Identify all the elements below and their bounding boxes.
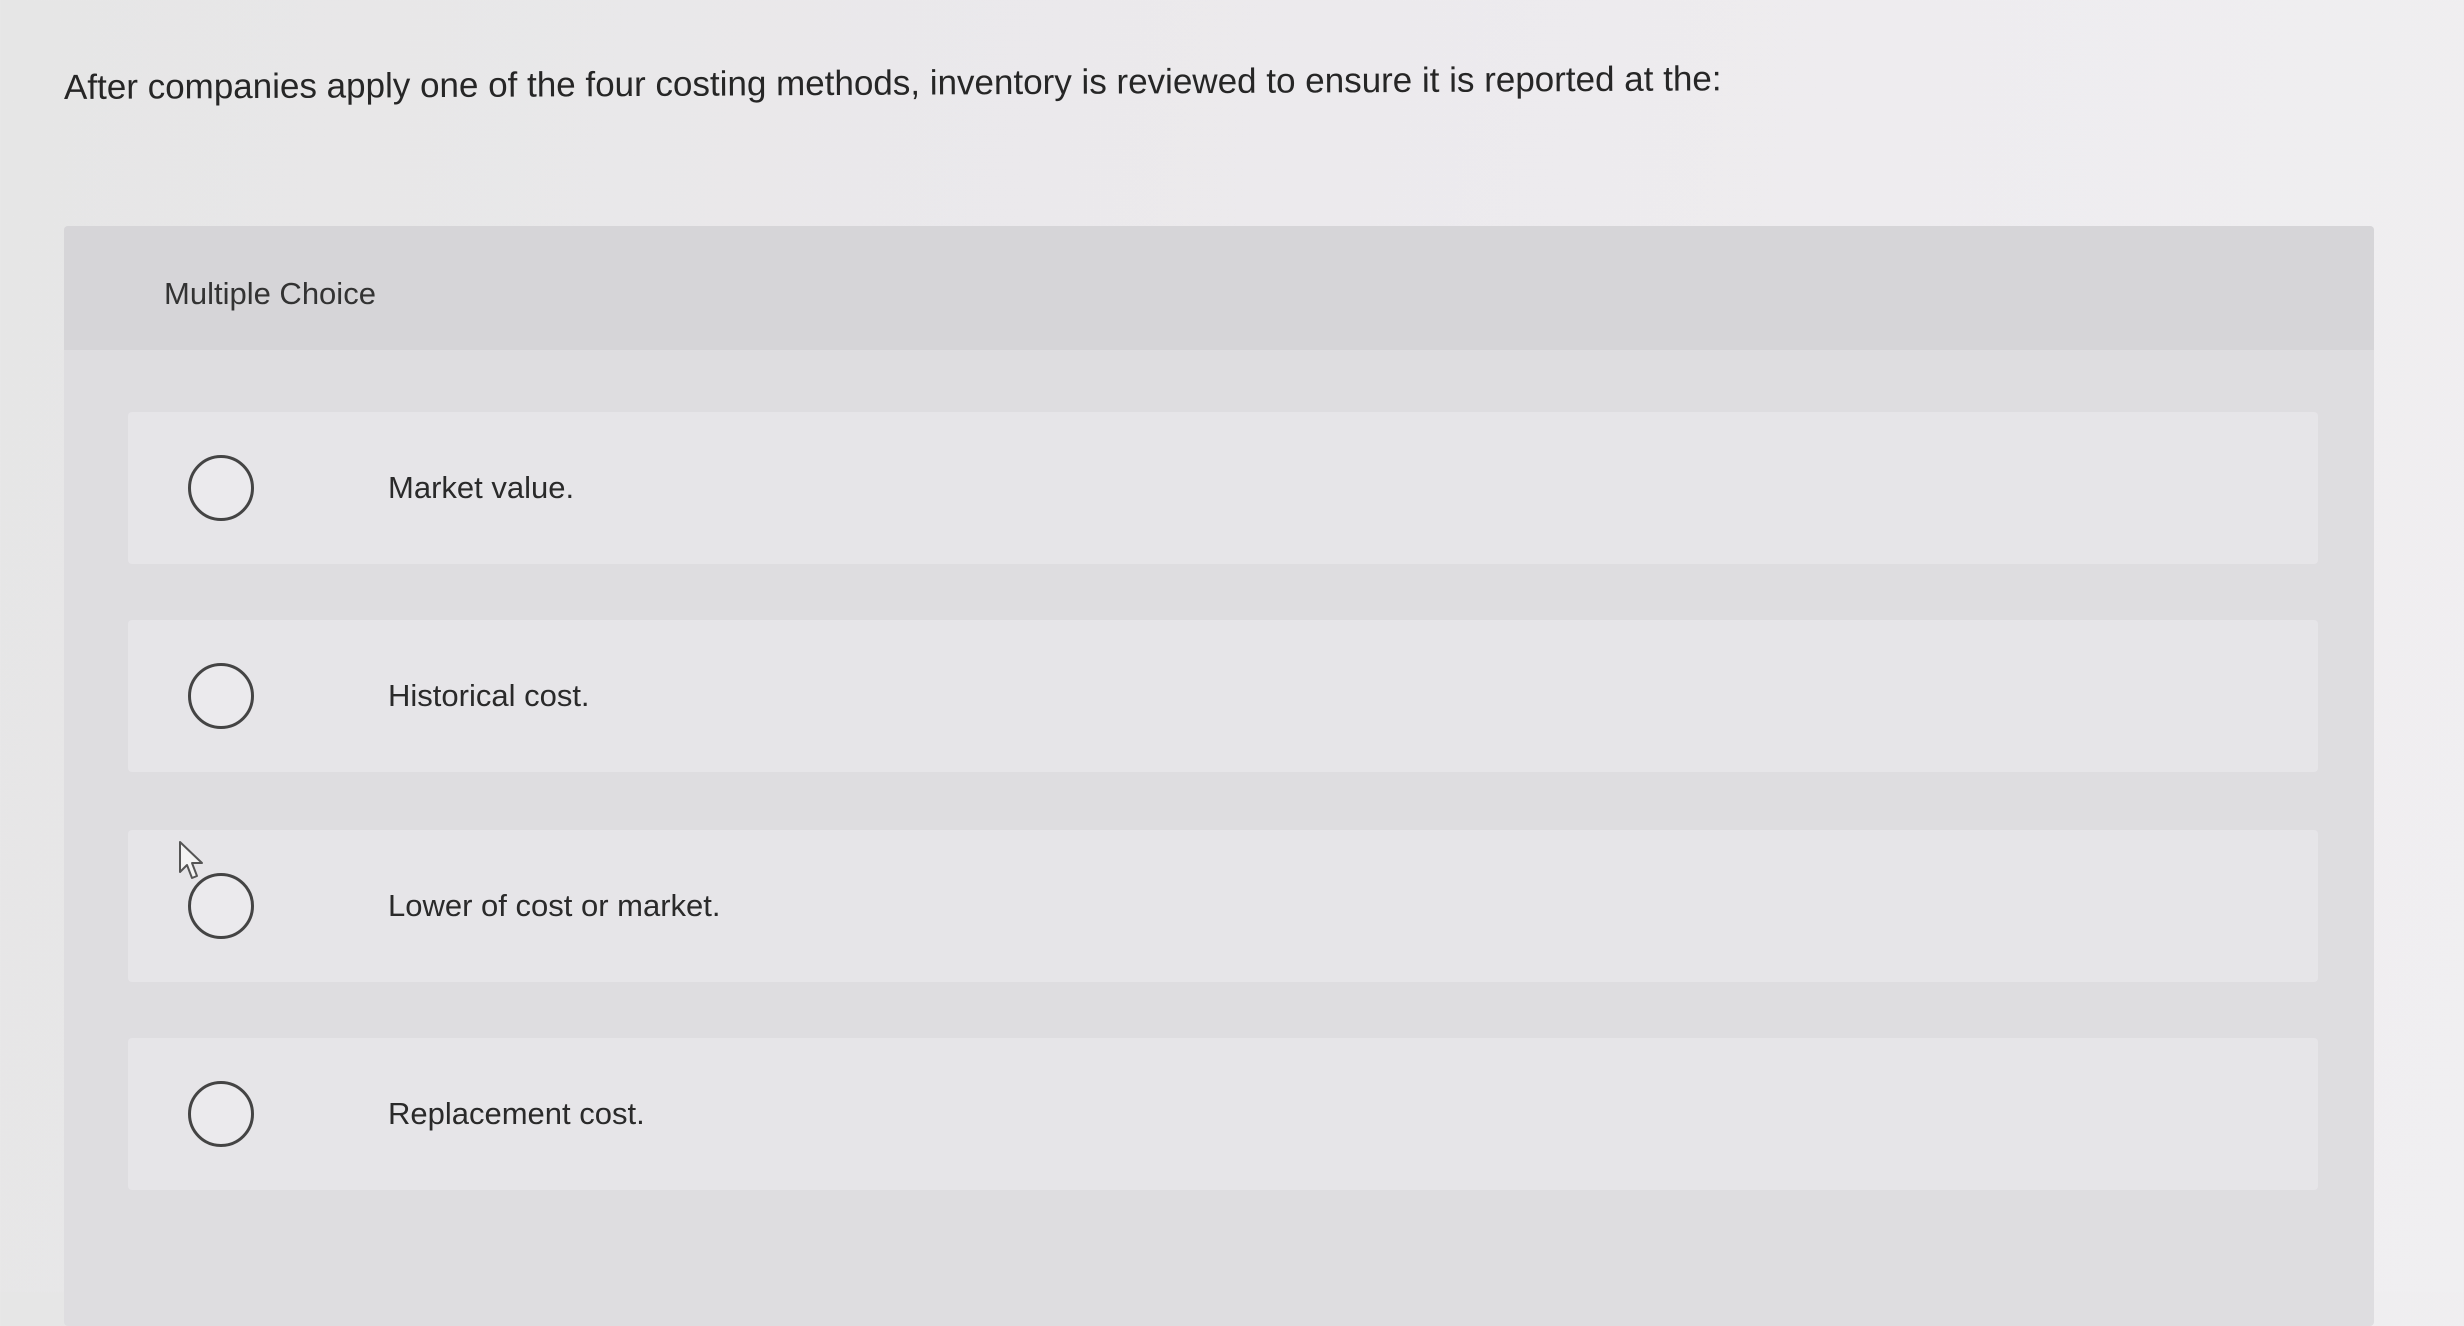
multiple-choice-panel: Multiple Choice Market value. Historical… xyxy=(64,226,2374,1326)
option-replacement-cost[interactable]: Replacement cost. xyxy=(128,1038,2318,1190)
radio-unchecked-icon[interactable] xyxy=(188,1081,254,1147)
option-label: Lower of cost or market. xyxy=(388,888,721,923)
option-label: Market value. xyxy=(388,470,575,505)
radio-unchecked-icon[interactable] xyxy=(188,455,254,521)
option-historical-cost[interactable]: Historical cost. xyxy=(128,620,2318,772)
panel-header: Multiple Choice xyxy=(64,226,2374,350)
option-label: Historical cost. xyxy=(388,678,590,713)
question-type-label: Multiple Choice xyxy=(164,276,376,311)
mouse-pointer-icon xyxy=(179,841,203,879)
option-label: Replacement cost. xyxy=(388,1096,645,1131)
question-text: After companies apply one of the four co… xyxy=(63,59,1722,107)
radio-unchecked-icon[interactable] xyxy=(188,663,254,729)
radio-unchecked-icon[interactable] xyxy=(188,873,254,939)
option-market-value[interactable]: Market value. xyxy=(128,412,2318,564)
option-lower-of-cost-or-market[interactable]: Lower of cost or market. xyxy=(128,830,2318,982)
